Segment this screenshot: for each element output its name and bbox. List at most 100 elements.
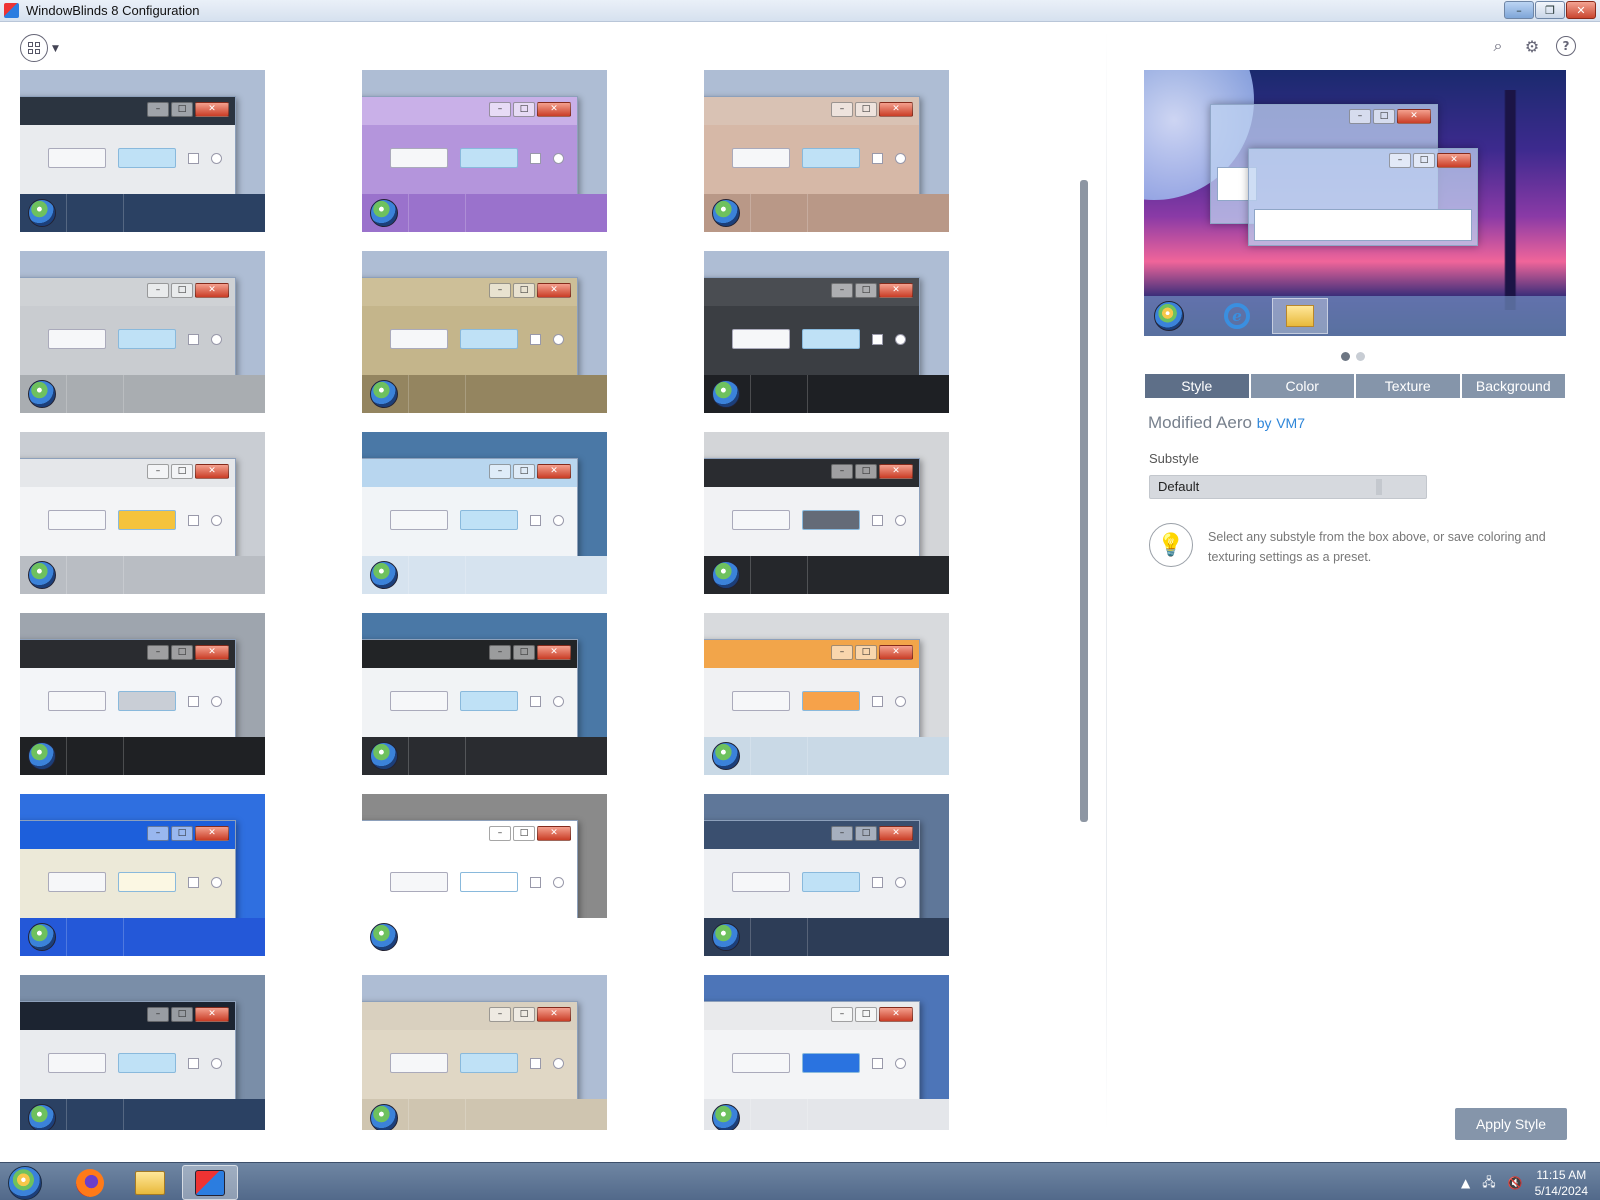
start-orb-icon (712, 923, 740, 951)
thumb-taskbar (362, 737, 607, 775)
thumb-minimize-icon: – (147, 1007, 169, 1022)
thumb-checkbox (530, 333, 541, 345)
skin-thumbnail[interactable]: – □ ✕ (704, 70, 949, 232)
thumb-taskbar-button (750, 556, 808, 594)
tab-background[interactable]: Background (1461, 374, 1565, 398)
skin-thumbnail[interactable]: – □ ✕ (362, 251, 607, 413)
skin-thumbnail[interactable]: – □ ✕ (362, 70, 607, 232)
restore-button[interactable]: ❐ (1535, 1, 1565, 19)
help-icon[interactable]: ? (1556, 36, 1576, 56)
thumb-button (390, 148, 448, 168)
start-orb-icon (370, 742, 398, 770)
thumb-checkbox (530, 1057, 541, 1069)
thumb-default-button (118, 329, 176, 349)
tab-style[interactable]: Style (1145, 374, 1249, 398)
thumb-radio (211, 514, 222, 526)
close-button[interactable]: ✕ (1566, 1, 1596, 19)
start-orb-icon (28, 199, 56, 227)
thumb-maximize-icon: □ (171, 645, 193, 660)
start-button[interactable] (8, 1166, 42, 1200)
skin-thumbnail[interactable]: – □ ✕ (362, 432, 607, 594)
thumb-checkbox (530, 152, 541, 164)
view-mode-dropdown-icon[interactable]: ▼ (52, 44, 59, 54)
skin-thumbnail[interactable]: – □ ✕ (362, 613, 607, 775)
author-link[interactable]: VM7 (1276, 415, 1305, 431)
tab-texture[interactable]: Texture (1356, 374, 1460, 398)
skin-thumbnail[interactable]: – □ ✕ (704, 794, 949, 956)
skin-thumbnail[interactable]: – □ ✕ (704, 251, 949, 413)
thumb-controls (732, 510, 906, 530)
thumb-taskbar-button (408, 1099, 466, 1130)
thumb-close-icon: ✕ (537, 464, 571, 479)
skin-thumbnail[interactable]: – □ ✕ (704, 432, 949, 594)
search-icon[interactable]: ⌕ (1488, 36, 1508, 56)
thumb-maximize-icon: □ (171, 102, 193, 117)
thumb-default-button (802, 329, 860, 349)
thumb-titlebar: – □ ✕ (704, 1002, 919, 1030)
skin-thumbnail[interactable]: – □ ✕ (362, 975, 607, 1130)
skin-thumbnail[interactable]: – □ ✕ (20, 975, 265, 1130)
volume-muted-icon[interactable]: 🔇 (1508, 1176, 1523, 1190)
substyle-label: Substyle (1149, 451, 1199, 466)
thumb-radio (895, 1057, 906, 1069)
thumb-radio (553, 333, 564, 345)
thumb-maximize-icon: □ (855, 464, 877, 479)
network-icon[interactable]: 🖧 (1482, 1173, 1495, 1194)
thumb-close-icon: ✕ (537, 645, 571, 660)
skin-gallery: – □ ✕ – □ ✕ – □ ✕ – □ ✕ – □ ✕ – □ ✕ – □ ✕ – □ ✕ – □ ✕ – □ ✕ – □ ✕ – □ ✕ – □ ✕ –… (20, 70, 1000, 1130)
thumb-taskbar-button (750, 737, 808, 775)
grid-view-icon (28, 42, 40, 54)
thumb-radio (895, 514, 906, 526)
start-orb-icon (28, 380, 56, 408)
skin-thumbnail[interactable]: – □ ✕ (704, 975, 949, 1130)
thumb-default-button (118, 872, 176, 892)
start-orb-icon (28, 923, 56, 951)
pager-dot[interactable] (1341, 352, 1350, 361)
thumb-button (48, 872, 106, 892)
minimize-button[interactable]: – (1504, 1, 1534, 19)
thumb-minimize-icon: – (831, 1007, 853, 1022)
skin-thumbnail[interactable]: – □ ✕ (20, 613, 265, 775)
skin-thumbnail[interactable]: – □ ✕ (20, 251, 265, 413)
thumb-maximize-icon: □ (513, 826, 535, 841)
thumb-titlebar: – □ ✕ (20, 97, 235, 125)
thumb-default-button (118, 691, 176, 711)
author-prefix: by (1256, 415, 1272, 431)
thumb-titlebar: – □ ✕ (704, 97, 919, 125)
skin-thumbnail[interactable]: – □ ✕ (20, 794, 265, 956)
gallery-scrollbar[interactable] (1080, 180, 1088, 822)
thumb-minimize-icon: – (489, 1007, 511, 1022)
thumb-default-button (802, 691, 860, 711)
thumb-taskbar (362, 1099, 607, 1130)
start-orb-icon (370, 561, 398, 589)
tray-chevron-icon[interactable]: ▲ (1461, 1176, 1470, 1190)
taskbar-file-explorer[interactable] (122, 1165, 178, 1200)
view-mode-button[interactable] (20, 34, 48, 62)
thumb-maximize-icon: □ (855, 826, 877, 841)
skin-thumbnail[interactable]: – □ ✕ (704, 613, 949, 775)
pager-dot[interactable] (1356, 352, 1365, 361)
thumb-taskbar (704, 918, 949, 956)
skin-thumbnail[interactable]: – □ ✕ (20, 70, 265, 232)
thumb-minimize-icon: – (147, 102, 169, 117)
substyle-select[interactable]: Default (1149, 475, 1427, 499)
pane-divider (1106, 30, 1107, 1130)
toolbar-icons: ⌕ ⚙ ? (1488, 36, 1576, 56)
thumb-taskbar-button (408, 194, 466, 232)
thumb-titlebar: – □ ✕ (362, 640, 577, 668)
taskbar-firefox[interactable] (62, 1165, 118, 1200)
taskbar-windowblinds[interactable] (182, 1165, 238, 1200)
window-controls: – ❐ ✕ (1504, 1, 1596, 19)
clock[interactable]: 11:15 AM 5/14/2024 (1535, 1167, 1588, 1199)
start-orb-icon (712, 199, 740, 227)
thumb-close-icon: ✕ (879, 1007, 913, 1022)
title-bar: WindowBlinds 8 Configuration – ❐ ✕ (0, 0, 1600, 22)
settings-icon[interactable]: ⚙ (1522, 36, 1542, 56)
thumb-button (732, 691, 790, 711)
skin-thumbnail[interactable]: – □ ✕ (20, 432, 265, 594)
apply-style-button[interactable]: Apply Style (1455, 1108, 1567, 1140)
tab-color[interactable]: Color (1250, 374, 1354, 398)
skin-thumbnail[interactable]: – □ ✕ (362, 794, 607, 956)
clock-time: 11:15 AM (1536, 1168, 1587, 1182)
thumb-close-icon: ✕ (195, 826, 229, 841)
